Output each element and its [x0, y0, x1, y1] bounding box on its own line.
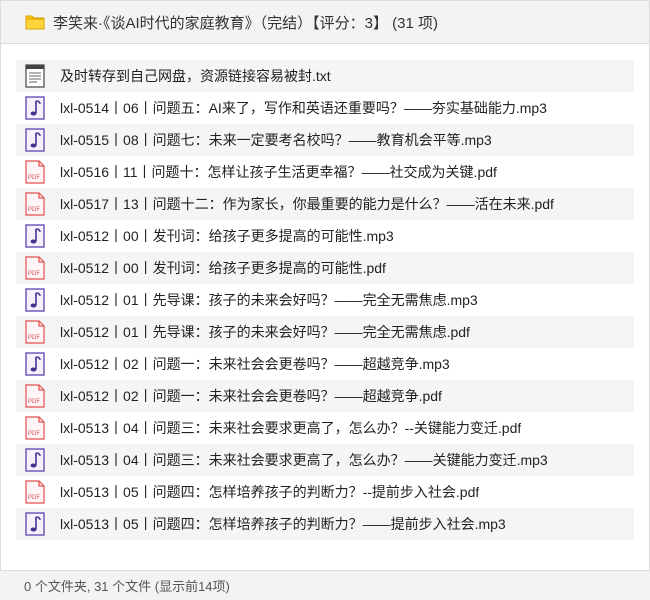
folder-title: 李笑来·《谈AI时代的家庭教育》（完结）【评分：3】 (31 项) [53, 14, 439, 32]
file-row[interactable]: lxl-0512丨00丨发刊词：给孩子更多提高的可能性.mp3 [16, 220, 634, 252]
file-row[interactable]: 及时转存到自己网盘，资源链接容易被封.txt [16, 60, 634, 92]
file-row[interactable]: lxl-0512丨02丨问题一：未来社会会更卷吗？——超越竞争.mp3 [16, 348, 634, 380]
file-row[interactable]: PDF lxl-0517丨13丨问题十二：作为家长，你最重要的能力是什么？——活在… [16, 188, 634, 220]
file-row[interactable]: lxl-0514丨06丨问题五：AI来了，写作和英语还重要吗？——夯实基础能力.… [16, 92, 634, 124]
status-bar: 0 个文件夹, 31 个文件 (显示前14项) [0, 570, 650, 600]
file-row[interactable]: PDF lxl-0513丨04丨问题三：未来社会要求更高了，怎么办？--关键能力变… [16, 412, 634, 444]
file-row[interactable]: PDF lxl-0512丨01丨先导课：孩子的未来会好吗？——完全无需焦虑.pdf [16, 316, 634, 348]
file-name[interactable]: lxl-0513丨05丨问题四：怎样培养孩子的判断力？——提前步入社会.mp3 [60, 514, 506, 534]
file-name[interactable]: lxl-0512丨00丨发刊词：给孩子更多提高的可能性.pdf [60, 258, 386, 278]
file-name[interactable]: lxl-0513丨04丨问题三：未来社会要求更高了，怎么办？——关键能力变迁.m… [60, 450, 548, 470]
file-name[interactable]: lxl-0513丨05丨问题四：怎样培养孩子的判断力？--提前步入社会.pdf [60, 482, 479, 502]
svg-text:PDF: PDF [28, 175, 40, 181]
file-name[interactable]: lxl-0512丨01丨先导课：孩子的未来会好吗？——完全无需焦虑.mp3 [60, 290, 478, 310]
svg-text:PDF: PDF [28, 431, 40, 437]
pdf-file-icon: PDF [24, 384, 46, 408]
pdf-file-icon: PDF [24, 256, 46, 280]
folder-header: 李笑来·《谈AI时代的家庭教育》（完结）【评分：3】 (31 项) [0, 0, 650, 44]
file-name[interactable]: lxl-0512丨02丨问题一：未来社会会更卷吗？——超越竞争.pdf [60, 386, 442, 406]
svg-text:PDF: PDF [28, 207, 40, 213]
file-row[interactable]: lxl-0513丨05丨问题四：怎样培养孩子的判断力？——提前步入社会.mp3 [16, 508, 634, 540]
mp3-file-icon [24, 224, 46, 248]
mp3-file-icon [24, 448, 46, 472]
file-row[interactable]: PDF lxl-0512丨00丨发刊词：给孩子更多提高的可能性.pdf [16, 252, 634, 284]
file-row[interactable]: lxl-0512丨01丨先导课：孩子的未来会好吗？——完全无需焦虑.mp3 [16, 284, 634, 316]
file-list: 及时转存到自己网盘，资源链接容易被封.txt lxl-0514丨06丨问题五：AI… [16, 60, 634, 540]
txt-file-icon [24, 64, 46, 88]
svg-text:PDF: PDF [28, 399, 40, 405]
file-name[interactable]: lxl-0513丨04丨问题三：未来社会要求更高了，怎么办？--关键能力变迁.p… [60, 418, 521, 438]
file-name[interactable]: lxl-0515丨08丨问题七：未来一定要考名校吗？——教育机会平等.mp3 [60, 130, 492, 150]
mp3-file-icon [24, 512, 46, 536]
file-name[interactable]: lxl-0517丨13丨问题十二：作为家长，你最重要的能力是什么？——活在未来.… [60, 194, 554, 214]
mp3-file-icon [24, 128, 46, 152]
folder-icon [25, 14, 45, 30]
file-name[interactable]: lxl-0514丨06丨问题五：AI来了，写作和英语还重要吗？——夯实基础能力.… [60, 98, 547, 118]
mp3-file-icon [24, 352, 46, 376]
file-name[interactable]: lxl-0516丨11丨问题十：怎样让孩子生活更幸福？——社交成为关键.pdf [60, 162, 497, 182]
svg-text:PDF: PDF [28, 271, 40, 277]
mp3-file-icon [24, 288, 46, 312]
pdf-file-icon: PDF [24, 320, 46, 344]
pdf-file-icon: PDF [24, 416, 46, 440]
mp3-file-icon [24, 96, 46, 120]
file-name[interactable]: lxl-0512丨01丨先导课：孩子的未来会好吗？——完全无需焦虑.pdf [60, 322, 470, 342]
file-row[interactable]: PDF lxl-0513丨05丨问题四：怎样培养孩子的判断力？--提前步入社会.p… [16, 476, 634, 508]
pdf-file-icon: PDF [24, 192, 46, 216]
file-row[interactable]: PDF lxl-0516丨11丨问题十：怎样让孩子生活更幸福？——社交成为关键.p… [16, 156, 634, 188]
pdf-file-icon: PDF [24, 480, 46, 504]
svg-text:PDF: PDF [28, 335, 40, 341]
file-name[interactable]: lxl-0512丨00丨发刊词：给孩子更多提高的可能性.mp3 [60, 226, 394, 246]
file-row[interactable]: lxl-0513丨04丨问题三：未来社会要求更高了，怎么办？——关键能力变迁.m… [16, 444, 634, 476]
file-name[interactable]: lxl-0512丨02丨问题一：未来社会会更卷吗？——超越竞争.mp3 [60, 354, 450, 374]
file-row[interactable]: PDF lxl-0512丨02丨问题一：未来社会会更卷吗？——超越竞争.pdf [16, 380, 634, 412]
file-name[interactable]: 及时转存到自己网盘，资源链接容易被封.txt [60, 66, 331, 86]
file-row[interactable]: lxl-0515丨08丨问题七：未来一定要考名校吗？——教育机会平等.mp3 [16, 124, 634, 156]
pdf-file-icon: PDF [24, 160, 46, 184]
file-count-summary: 0 个文件夹, 31 个文件 (显示前14项) [24, 579, 230, 594]
svg-text:PDF: PDF [28, 495, 40, 501]
